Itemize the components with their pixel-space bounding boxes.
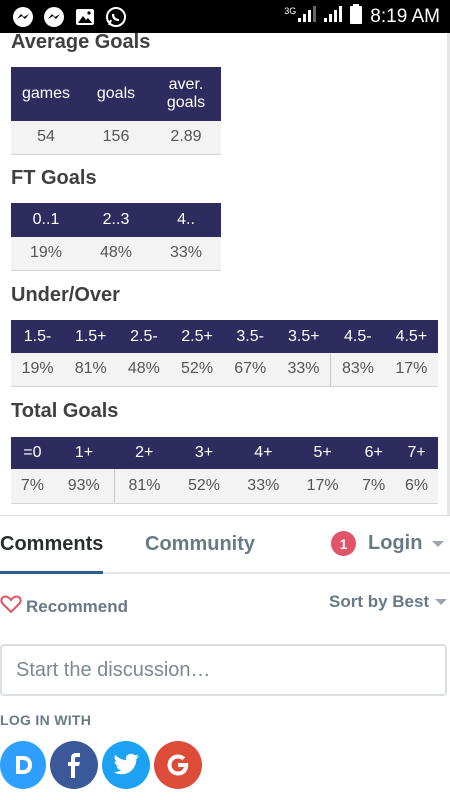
facebook-icon[interactable] xyxy=(50,741,98,789)
ft-goals-title: FT Goals xyxy=(11,167,97,189)
system-indicators: 3G 8:19 AM xyxy=(284,4,440,29)
whatsapp-icon xyxy=(105,6,127,28)
table-cell: 19% xyxy=(11,237,81,271)
table-cell: 7% xyxy=(352,469,396,504)
signal-icon xyxy=(298,6,317,27)
network-type: 3G xyxy=(284,5,297,16)
disqus-icon[interactable] xyxy=(0,741,46,789)
status-bar: 3G 8:19 AM xyxy=(0,0,450,33)
table-header: 2.5+ xyxy=(170,320,224,353)
table-header: 1+ xyxy=(53,437,115,469)
table-header: aver. goals xyxy=(151,67,221,121)
table-cell: 17% xyxy=(292,469,353,504)
table-cell: 7% xyxy=(11,469,54,504)
total-goals-table: =0 1+ 2+ 3+ 4+ 5+ 6+ 7+ 7% 93% 81% 52% 3… xyxy=(11,437,438,504)
notification-badge[interactable]: 1 xyxy=(331,531,356,556)
gallery-icon xyxy=(74,6,96,28)
table-header: 4.5- xyxy=(330,320,385,353)
sort-label[interactable]: Sort by Best xyxy=(329,592,429,612)
heart-icon xyxy=(0,594,22,619)
chevron-down-icon[interactable] xyxy=(435,599,448,605)
table-header: 3+ xyxy=(174,437,234,469)
table-header: games xyxy=(11,67,81,121)
table-cell: 33% xyxy=(233,469,293,504)
messenger-icon xyxy=(12,6,34,28)
table-header: 4+ xyxy=(233,437,293,469)
average-goals-table: games goals aver. goals 54 156 2.89 xyxy=(11,67,221,155)
table-cell: 156 xyxy=(81,121,151,155)
table-header: 2.5- xyxy=(117,320,171,353)
table-cell: 54 xyxy=(11,121,81,155)
table-header: =0 xyxy=(11,437,54,469)
table-cell: 48% xyxy=(117,353,171,387)
table-header: 0..1 xyxy=(11,203,81,237)
table-header: 1.5- xyxy=(11,320,65,353)
table-cell: 33% xyxy=(276,353,331,387)
table-header: 1.5+ xyxy=(64,320,118,353)
table-cell: 2.89 xyxy=(151,121,221,155)
table-header: 5+ xyxy=(292,437,353,469)
chevron-down-icon[interactable] xyxy=(432,540,445,547)
table-cell: 52% xyxy=(174,469,234,504)
total-goals-title: Total Goals xyxy=(11,400,119,422)
twitter-icon[interactable] xyxy=(102,741,150,789)
comments-section: Comments Community 1 Login Recommend Sor… xyxy=(0,515,450,800)
notification-icons xyxy=(12,6,127,28)
table-header: 3.5- xyxy=(223,320,277,353)
table-cell: 52% xyxy=(170,353,224,387)
clock: 8:19 AM xyxy=(370,5,440,27)
table-cell: 19% xyxy=(11,353,65,387)
battery-icon xyxy=(350,4,363,29)
login-label[interactable]: Login xyxy=(368,532,422,555)
table-header: 6+ xyxy=(352,437,396,469)
under-over-title: Under/Over xyxy=(11,284,120,306)
login-menu[interactable]: 1 Login xyxy=(331,531,445,556)
stats-content: Average Goals games goals aver. goals 54… xyxy=(0,33,450,515)
table-header: 2..3 xyxy=(81,203,151,237)
tab-comments[interactable]: Comments xyxy=(0,533,103,556)
comment-tabs: Comments Community 1 Login xyxy=(0,516,450,574)
table-cell: 33% xyxy=(151,237,221,271)
table-cell: 83% xyxy=(330,353,385,387)
sort-dropdown[interactable]: Sort by Best xyxy=(329,592,448,612)
table-cell: 93% xyxy=(53,469,115,504)
recommend-label: Recommend xyxy=(26,596,129,616)
table-cell: 67% xyxy=(223,353,277,387)
table-header: 3.5+ xyxy=(276,320,331,353)
under-over-table: 1.5- 1.5+ 2.5- 2.5+ 3.5- 3.5+ 4.5- 4.5+ … xyxy=(11,320,438,387)
table-cell: 81% xyxy=(113,469,175,504)
recommend-button[interactable]: Recommend xyxy=(0,594,128,619)
average-goals-title: Average Goals xyxy=(11,33,151,53)
table-cell: 17% xyxy=(384,353,438,387)
active-tab-indicator xyxy=(0,571,103,574)
tab-community[interactable]: Community xyxy=(145,533,255,556)
table-header: 2+ xyxy=(114,437,175,469)
google-icon[interactable] xyxy=(154,741,202,789)
table-header: 4.5+ xyxy=(384,320,438,353)
discussion-input[interactable] xyxy=(0,644,447,696)
table-header: 7+ xyxy=(395,437,438,469)
table-header: 4.. xyxy=(151,203,221,237)
login-with-label: LOG IN WITH xyxy=(0,712,92,728)
table-header: goals xyxy=(81,67,151,121)
social-login-buttons xyxy=(0,741,202,789)
messenger-icon xyxy=(43,6,65,28)
table-cell: 48% xyxy=(81,237,151,271)
table-cell: 6% xyxy=(395,469,438,504)
table-cell: 81% xyxy=(64,353,118,387)
signal-icon xyxy=(324,6,343,27)
ft-goals-table: 0..1 2..3 4.. 19% 48% 33% xyxy=(11,203,221,271)
